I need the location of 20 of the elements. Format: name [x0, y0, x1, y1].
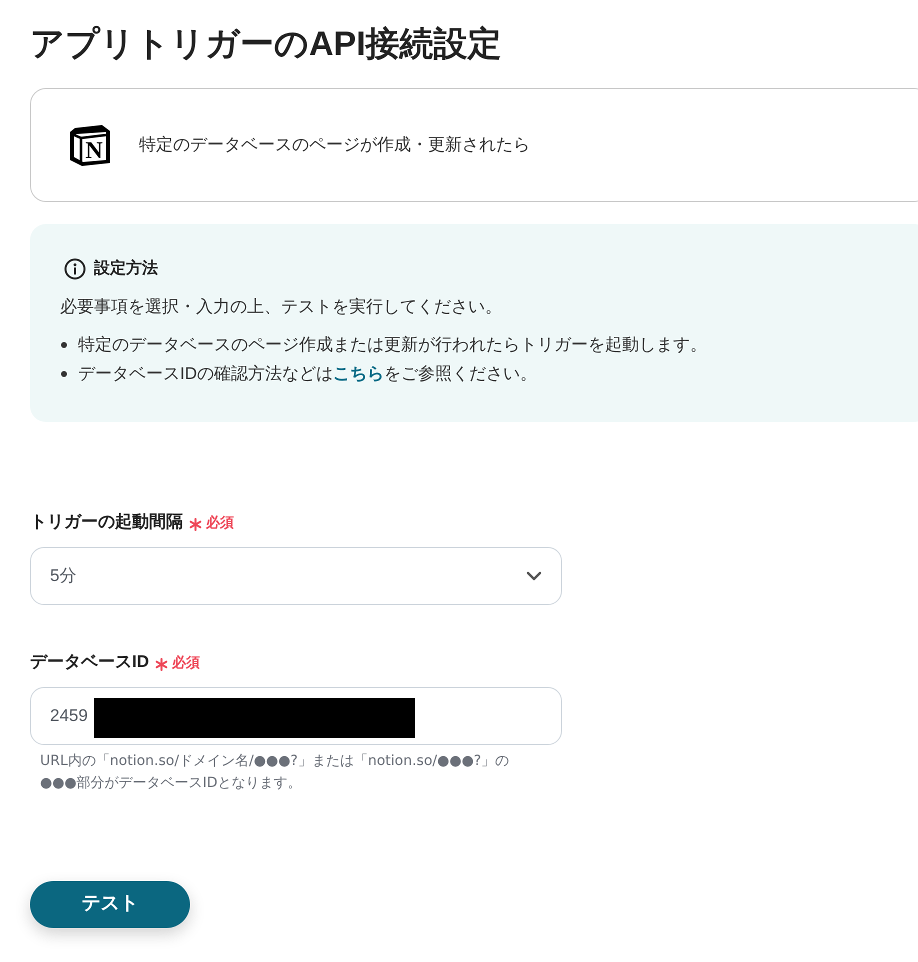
help-link[interactable]: こちら: [333, 364, 384, 383]
required-label: 必須: [172, 653, 200, 672]
field-help-text: URL内の「notion.so/ドメイン名/●●●?」または「notion.so/●●●?」の●●●部分がデータベースIDとなります。: [40, 752, 510, 793]
instruction-item: データベースIDの確認方法などはこちら をご参照ください。: [78, 363, 537, 385]
instruction-item: 特定のデータベースのページ作成または更新が行われたらトリガーを起動します。: [78, 334, 707, 356]
test-button[interactable]: テスト: [30, 881, 190, 928]
app-logo-icon: N: [68, 123, 112, 167]
trigger-description: 特定のデータベースのページが作成・更新されたら: [139, 134, 530, 156]
instructions-text: 必要事項を選択・入力の上、テストを実行してください。: [60, 296, 502, 318]
database-id-field[interactable]: 2459: [30, 687, 562, 745]
field-label: データベースID: [30, 651, 149, 673]
page-title: アプリトリガーのAPI接続設定: [30, 24, 502, 65]
bullet-icon: [61, 342, 67, 348]
required-label: 必須: [206, 513, 234, 532]
bullet-icon: [61, 371, 67, 377]
instructions-heading: 設定方法: [94, 258, 158, 279]
interval-dropdown[interactable]: 5分: [30, 547, 562, 605]
info-icon: [64, 258, 86, 280]
chevron-down-icon: [526, 571, 542, 581]
field-label: トリガーの起動間隔: [30, 511, 183, 533]
